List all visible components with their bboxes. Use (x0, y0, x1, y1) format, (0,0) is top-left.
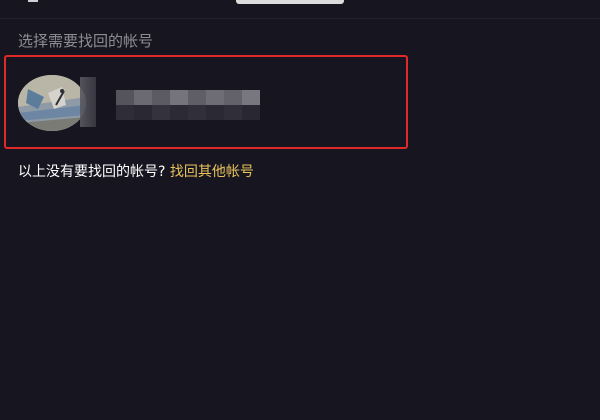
recover-other-account-link[interactable]: 找回其他帐号 (170, 164, 254, 180)
top-bar (0, 0, 600, 19)
section-label: 选择需要找回的帐号 (18, 32, 154, 50)
footer-question: 以上没有要找回的帐号? (18, 164, 166, 180)
account-card[interactable] (4, 55, 408, 149)
avatar (18, 75, 86, 131)
avatar-image (18, 75, 86, 131)
back-icon[interactable] (28, 0, 38, 2)
page-title (236, 0, 344, 4)
account-name-mosaic (116, 90, 260, 120)
avatar-mosaic (80, 77, 96, 127)
footer-line: 以上没有要找回的帐号? 找回其他帐号 (18, 162, 254, 182)
